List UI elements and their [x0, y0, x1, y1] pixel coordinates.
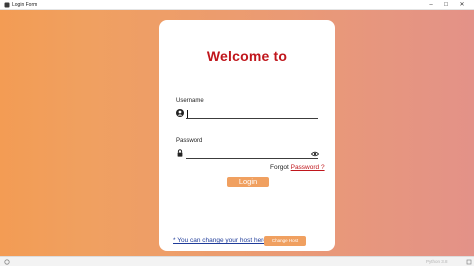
- maximize-button[interactable]: ☐: [440, 0, 452, 10]
- app-icon: [4, 2, 10, 8]
- password-label: Password: [176, 138, 203, 144]
- forgot-text: Forgot: [270, 164, 289, 171]
- gradient-background: Welcome to Username Password Forgot Pass…: [0, 10, 474, 256]
- login-card: Welcome to Username Password Forgot Pass…: [159, 20, 335, 251]
- minimize-button[interactable]: –: [425, 0, 437, 10]
- user-icon: [176, 109, 184, 117]
- change-host-button[interactable]: Change Host: [264, 236, 306, 246]
- title-bar: Login Form – ☐ ✕: [0, 0, 474, 10]
- text-cursor: [187, 110, 188, 118]
- close-button[interactable]: ✕: [456, 0, 468, 10]
- welcome-heading: Welcome to: [206, 48, 288, 64]
- lock-icon: [177, 149, 183, 157]
- forgot-password-row: Forgot Password ?: [270, 164, 325, 171]
- login-button[interactable]: Login: [227, 177, 269, 187]
- username-label: Username: [176, 98, 204, 104]
- taskbar: Python 3.8: [0, 256, 474, 266]
- notification-icon[interactable]: [466, 259, 472, 265]
- change-host-link[interactable]: * You can change your host here:: [173, 237, 269, 244]
- close-icon: ✕: [459, 2, 465, 8]
- minimize-icon: –: [429, 2, 433, 8]
- window-title: Login Form: [12, 2, 38, 8]
- status-text: Python 3.8: [426, 259, 448, 264]
- username-input[interactable]: [186, 109, 318, 119]
- maximize-icon: ☐: [443, 2, 449, 8]
- password-input[interactable]: [186, 149, 318, 159]
- start-icon[interactable]: [4, 259, 10, 265]
- host-row: * You can change your host here: Change …: [173, 236, 323, 246]
- forgot-password-link[interactable]: Password ?: [291, 164, 325, 171]
- eye-icon[interactable]: [311, 151, 319, 157]
